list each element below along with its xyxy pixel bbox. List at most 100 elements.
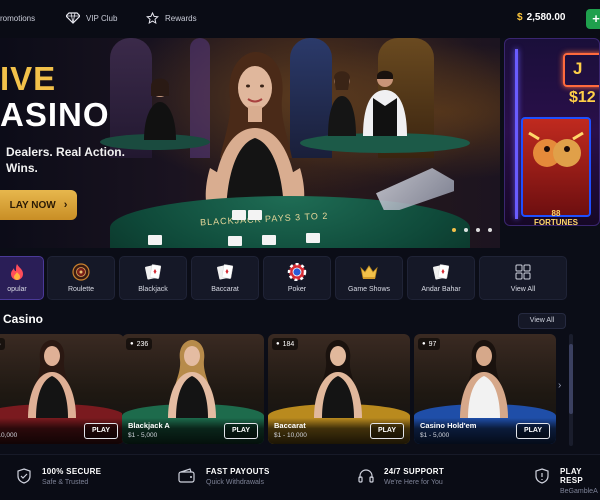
game-name: Blackjack A (128, 421, 170, 430)
category-poker[interactable]: Poker (263, 256, 331, 300)
bet-limits: $1 - 5,000 (420, 432, 450, 439)
feature-24-7-support: 24/7 SUPPORT We're Here for You (358, 467, 444, 489)
wallet-icon (178, 467, 206, 489)
player-count: 6 (0, 341, 1, 348)
dealer-image (24, 338, 80, 423)
poker-chip-icon (287, 262, 307, 282)
neon-light (515, 49, 518, 219)
slot-title: 88 FORTUNES (534, 209, 578, 226)
player-count-badge: ● 97 (418, 338, 441, 350)
feature-title: FAST PAYOUTS (206, 467, 270, 476)
category-game-shows[interactable]: Game Shows (335, 256, 403, 300)
play-button[interactable]: PLAY (224, 423, 258, 439)
cards-icon (215, 263, 235, 281)
category-label: Roulette (67, 286, 95, 293)
game-card[interactable]: ● 236 Blackjack A $1 - 5,000 PLAY (122, 334, 264, 444)
hero-title-line2: ASINO (0, 96, 110, 133)
slot-machine (521, 117, 591, 217)
playing-card (262, 235, 276, 245)
play-now-label: LAY NOW (9, 199, 56, 211)
dealer-image (456, 338, 512, 423)
play-button[interactable]: PLAY (370, 423, 404, 439)
hero-subtitle-line1: Dealers. Real Action. (6, 145, 125, 159)
carousel-dot[interactable] (464, 228, 468, 232)
trust-footer: 100% SECURE Safe & Trusted FAST PAYOUTS Qui… (0, 454, 600, 500)
nav-promotions[interactable]: romotions (0, 14, 35, 23)
flame-icon (7, 263, 27, 281)
game-name: Casino Hold'em (420, 421, 477, 430)
category-roulette[interactable]: Roulette (47, 256, 115, 300)
play-now-button[interactable]: LAY NOW › (0, 190, 77, 220)
carousel-indicators (452, 228, 500, 232)
hero-subtitle: Dealers. Real Action. Wins. (6, 144, 125, 176)
balance-value: 2,580.00 (526, 12, 566, 23)
feature-title: 24/7 SUPPORT (384, 467, 445, 476)
nav-vip-club[interactable]: VIP Club (66, 12, 117, 24)
view-all-button[interactable]: View All (518, 313, 566, 329)
user-icon: ● (130, 341, 134, 347)
shield-icon (534, 467, 560, 489)
nav-rewards[interactable]: Rewards (146, 12, 197, 25)
game-card[interactable]: ● 184 Baccarat $1 - 10,000 PLAY (268, 334, 410, 444)
star-icon (146, 12, 159, 24)
playing-card (248, 210, 262, 220)
player-count: 184 (282, 340, 295, 348)
category-label: View All (510, 286, 536, 293)
feature-100-secure: 100% SECURE Safe & Trusted (16, 467, 101, 489)
feature-subtitle: Safe & Trusted (42, 479, 89, 486)
cards-icon (431, 263, 451, 281)
player-count-badge: ● 184 (272, 338, 299, 350)
category-label: Poker (287, 286, 307, 293)
user-icon: ● (276, 341, 280, 347)
category-baccarat[interactable]: Baccarat (191, 256, 259, 300)
chevron-right-icon[interactable]: › (558, 380, 561, 391)
nav-promotions-label: romotions (0, 14, 36, 23)
shield-check-icon (16, 467, 42, 489)
balance-display[interactable]: $ 2,580.00 (517, 12, 566, 23)
jackpot-banner[interactable]: J $12 88 FORTUNES (504, 38, 600, 226)
section-title: Casino (3, 312, 44, 326)
game-card[interactable]: ● 97 Casino Hold'em $1 - 5,000 PLAY (414, 334, 556, 444)
carousel-dot[interactable] (488, 228, 492, 232)
grid-icon (513, 263, 533, 281)
play-button[interactable]: PLAY (84, 423, 118, 439)
hero-title-line1: IVE (0, 60, 57, 97)
playing-card (228, 236, 242, 246)
dealer-image (164, 338, 220, 423)
feature-play-resp: PLAY RESP BeGambleA (534, 467, 600, 495)
player-count-badge: ● 236 (126, 338, 153, 350)
headset-icon (358, 467, 384, 489)
hero-subtitle-line2: Wins. (6, 161, 38, 175)
chevron-right-icon: › (63, 199, 68, 211)
nav-rewards-label: Rewards (165, 14, 197, 23)
carousel-dot[interactable] (452, 228, 456, 232)
category-label: opular (7, 286, 27, 293)
scrollbar[interactable] (569, 334, 573, 446)
category-andar-bahar[interactable]: Andar Bahar (407, 256, 475, 300)
card-shoe (376, 168, 454, 210)
playing-card (306, 233, 320, 243)
bet-limits: 1 - 10,000 (0, 432, 18, 439)
category-opular[interactable]: opular (0, 256, 44, 300)
bet-limits: $1 - 5,000 (128, 432, 158, 439)
scrollbar-thumb[interactable] (569, 344, 573, 414)
play-button[interactable]: PLAY (516, 423, 550, 439)
hero-banner[interactable]: BLACKJACK PAYS 3 TO 2 IVE ASINO Dealers.… (0, 38, 500, 248)
game-card[interactable]: ●6tte1 - 10,000PLAY (0, 334, 124, 444)
slot-character-icon (528, 131, 584, 167)
background-table (300, 133, 470, 153)
user-icon: ● (422, 341, 426, 347)
category-view-all[interactable]: View All (479, 256, 567, 300)
category-blackjack[interactable]: Blackjack (119, 256, 187, 300)
crown-icon (359, 263, 379, 281)
category-label: Andar Bahar (421, 286, 461, 293)
dealer-image (310, 338, 366, 423)
feature-title: PLAY RESP (560, 467, 583, 485)
category-label: Baccarat (211, 286, 239, 293)
feature-subtitle: BeGambleA (560, 488, 598, 495)
background-dealer (144, 78, 176, 140)
deposit-button[interactable]: + (586, 9, 600, 29)
balance-currency: $ (517, 12, 523, 23)
carousel-dot[interactable] (476, 228, 480, 232)
feature-subtitle: We're Here for You (384, 479, 443, 486)
